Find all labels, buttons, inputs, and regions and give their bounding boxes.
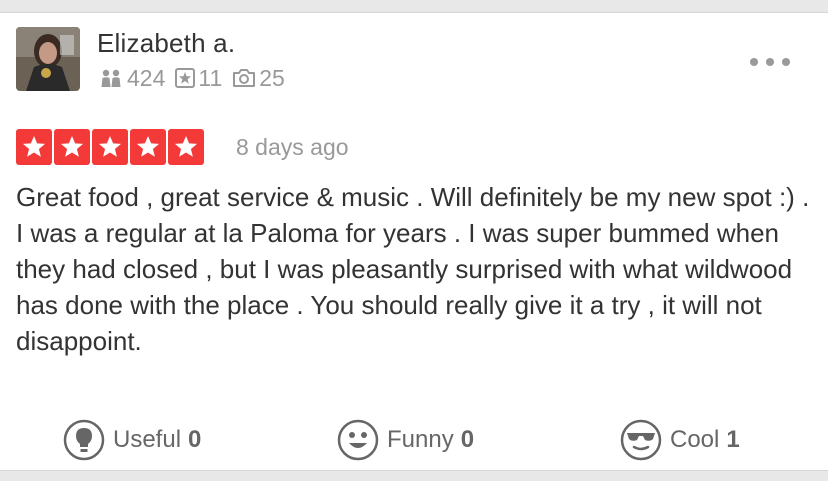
rating-star [54, 129, 90, 165]
useful-count: 0 [188, 426, 202, 453]
reviewer-name[interactable]: Elizabeth a. [97, 28, 235, 59]
rating-star [92, 129, 128, 165]
more-icon [750, 58, 758, 66]
rating-star [16, 129, 52, 165]
cool-icon [620, 419, 662, 461]
review-text: Great food , great service & music . Wil… [16, 182, 810, 356]
funny-label: Funny [387, 426, 454, 453]
photos-count: 25 [259, 64, 285, 91]
funny-icon [337, 419, 379, 461]
useful-icon [63, 419, 105, 461]
friends-count: 424 [127, 64, 166, 91]
review-card: Elizabeth a. 424 11 25 8 days ago Great … [0, 12, 828, 471]
useful-button[interactable]: Useful 0 [63, 416, 201, 464]
cool-count: 1 [726, 426, 740, 453]
cool-label: Cool [670, 426, 720, 453]
reviews-count: 11 [198, 64, 223, 91]
reviewer-stats: 424 11 25 [98, 65, 295, 91]
avatar[interactable] [16, 27, 80, 91]
friends-icon [98, 68, 124, 88]
camera-icon [232, 68, 256, 88]
cool-button[interactable]: Cool 1 [620, 416, 740, 464]
vote-bar: Useful 0 Funny 0 Cool 1 [0, 416, 828, 464]
useful-label: Useful [113, 426, 182, 453]
star-review-icon [175, 68, 196, 88]
review-date: 8 days ago [236, 134, 349, 160]
more-options-button[interactable] [750, 55, 790, 69]
funny-button[interactable]: Funny 0 [337, 416, 474, 464]
funny-count: 0 [460, 426, 475, 453]
rating-star [130, 129, 166, 165]
rating-star [168, 129, 204, 165]
star-rating [16, 129, 206, 165]
